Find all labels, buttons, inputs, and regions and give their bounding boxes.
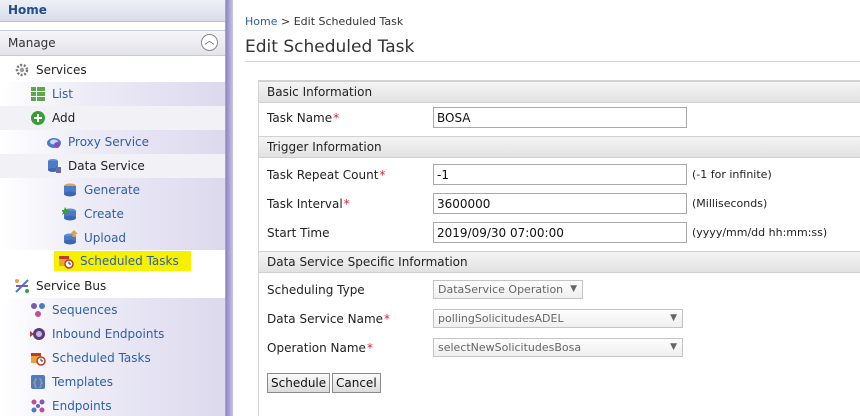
task-interval-input[interactable] <box>433 193 687 214</box>
repeat-count-row: Task Repeat Count* (-1 for infinite) <box>259 161 860 190</box>
templates-icon: {} <box>30 374 46 390</box>
sidebar-item-templates[interactable]: {} Templates <box>0 370 225 394</box>
task-form: Basic Information Task Name* Trigger Inf… <box>258 80 860 416</box>
sidebar: Home Manage ︿ Services List Add Proxy Se… <box>0 0 226 416</box>
inbound-endpoint-icon <box>30 326 46 342</box>
sidebar-item-upload[interactable]: Upload <box>0 226 225 250</box>
start-time-row: Start Time (yyyy/mm/dd hh:mm:ss) <box>259 219 860 248</box>
operation-name-label: Operation Name* <box>267 341 373 355</box>
data-service-name-row: Data Service Name* pollingSolicitudesADE… <box>259 305 860 334</box>
sidebar-item-scheduled-tasks-active[interactable]: Scheduled Tasks <box>0 248 225 274</box>
repeat-count-input[interactable] <box>433 164 687 185</box>
main-content: Home > Edit Scheduled Task Edit Schedule… <box>245 0 860 416</box>
proxy-service-icon <box>46 134 62 150</box>
start-time-hint: (yyyy/mm/dd hh:mm:ss) <box>692 226 828 239</box>
plus-circle-icon <box>30 110 46 126</box>
chevron-down-icon: ▼ <box>670 342 677 352</box>
scheduling-type-label: Scheduling Type <box>267 283 365 297</box>
svg-text:{}: {} <box>32 378 44 389</box>
sidebar-item-sequences[interactable]: Sequences <box>0 298 225 322</box>
cancel-button[interactable]: Cancel <box>332 373 381 393</box>
section-data-service-information: Data Service Specific Information <box>259 251 860 273</box>
task-name-input[interactable] <box>433 107 687 128</box>
sidebar-item-create[interactable]: Create <box>0 202 225 226</box>
schedule-button[interactable]: Schedule <box>267 373 331 393</box>
sidebar-item-endpoints[interactable]: Endpoints <box>0 394 225 416</box>
service-bus-icon <box>14 278 30 294</box>
sidebar-item-scheduled-tasks[interactable]: Scheduled Tasks <box>0 346 225 370</box>
database-icon <box>46 158 62 174</box>
task-interval-row: Task Interval* (Milliseconds) <box>259 190 860 219</box>
gear-icon <box>14 62 30 78</box>
collapse-icon[interactable]: ︿ <box>201 34 218 51</box>
sidebar-item-list[interactable]: List <box>0 82 225 106</box>
sidebar-edge <box>226 0 233 416</box>
endpoints-icon <box>30 398 46 414</box>
chevron-down-icon: ▼ <box>670 313 677 323</box>
list-grid-icon <box>30 86 46 102</box>
sidebar-item-data-service[interactable]: Data Service <box>0 154 225 178</box>
scheduled-task-icon <box>30 350 46 366</box>
breadcrumb: Home > Edit Scheduled Task <box>245 15 403 28</box>
operation-name-row: Operation Name* selectNewSolicitudesBosa… <box>259 334 860 363</box>
breadcrumb-current: Edit Scheduled Task <box>293 15 404 28</box>
task-interval-hint: (Milliseconds) <box>692 197 768 210</box>
sidebar-item-add[interactable]: Add <box>0 106 225 130</box>
task-name-label: Task Name* <box>267 111 340 125</box>
sidebar-item-generate[interactable]: Generate <box>0 178 225 202</box>
start-time-label: Start Time <box>267 226 330 240</box>
active-highlight: Scheduled Tasks <box>54 251 191 271</box>
section-basic-information: Basic Information <box>259 81 860 103</box>
repeat-count-label: Task Repeat Count* <box>267 168 386 182</box>
title-divider <box>245 61 860 62</box>
page-title: Edit Scheduled Task <box>245 37 415 57</box>
start-time-input[interactable] <box>433 222 687 243</box>
sidebar-item-proxy-service[interactable]: Proxy Service <box>0 130 225 154</box>
breadcrumb-home-link[interactable]: Home <box>245 15 277 28</box>
manage-label: Manage <box>8 36 56 50</box>
home-link[interactable]: Home <box>0 0 225 22</box>
data-service-name-label: Data Service Name* <box>267 312 391 326</box>
section-trigger-information: Trigger Information <box>259 136 860 158</box>
breadcrumb-separator: > <box>277 15 294 28</box>
create-icon <box>61 206 78 222</box>
upload-icon <box>62 230 78 246</box>
generate-icon <box>62 182 78 198</box>
data-service-name-select[interactable]: pollingSolicitudesADEL ▼ <box>433 309 683 328</box>
sequences-icon <box>30 302 46 318</box>
scheduling-type-select[interactable]: DataService Operation ▼ <box>433 280 583 299</box>
operation-name-select[interactable]: selectNewSolicitudesBosa ▼ <box>433 338 683 357</box>
scheduled-task-icon <box>58 253 74 269</box>
task-interval-label: Task Interval* <box>267 197 350 211</box>
chevron-down-icon: ▼ <box>570 284 577 294</box>
sidebar-item-service-bus[interactable]: Service Bus <box>0 274 225 298</box>
repeat-count-hint: (-1 for infinite) <box>692 168 772 181</box>
sidebar-item-services[interactable]: Services <box>0 58 225 82</box>
task-name-row: Task Name* <box>259 104 860 133</box>
manage-header[interactable]: Manage ︿ <box>0 30 225 56</box>
sidebar-item-inbound-endpoints[interactable]: Inbound Endpoints <box>0 322 225 346</box>
scheduling-type-row: Scheduling Type DataService Operation ▼ <box>259 276 860 305</box>
